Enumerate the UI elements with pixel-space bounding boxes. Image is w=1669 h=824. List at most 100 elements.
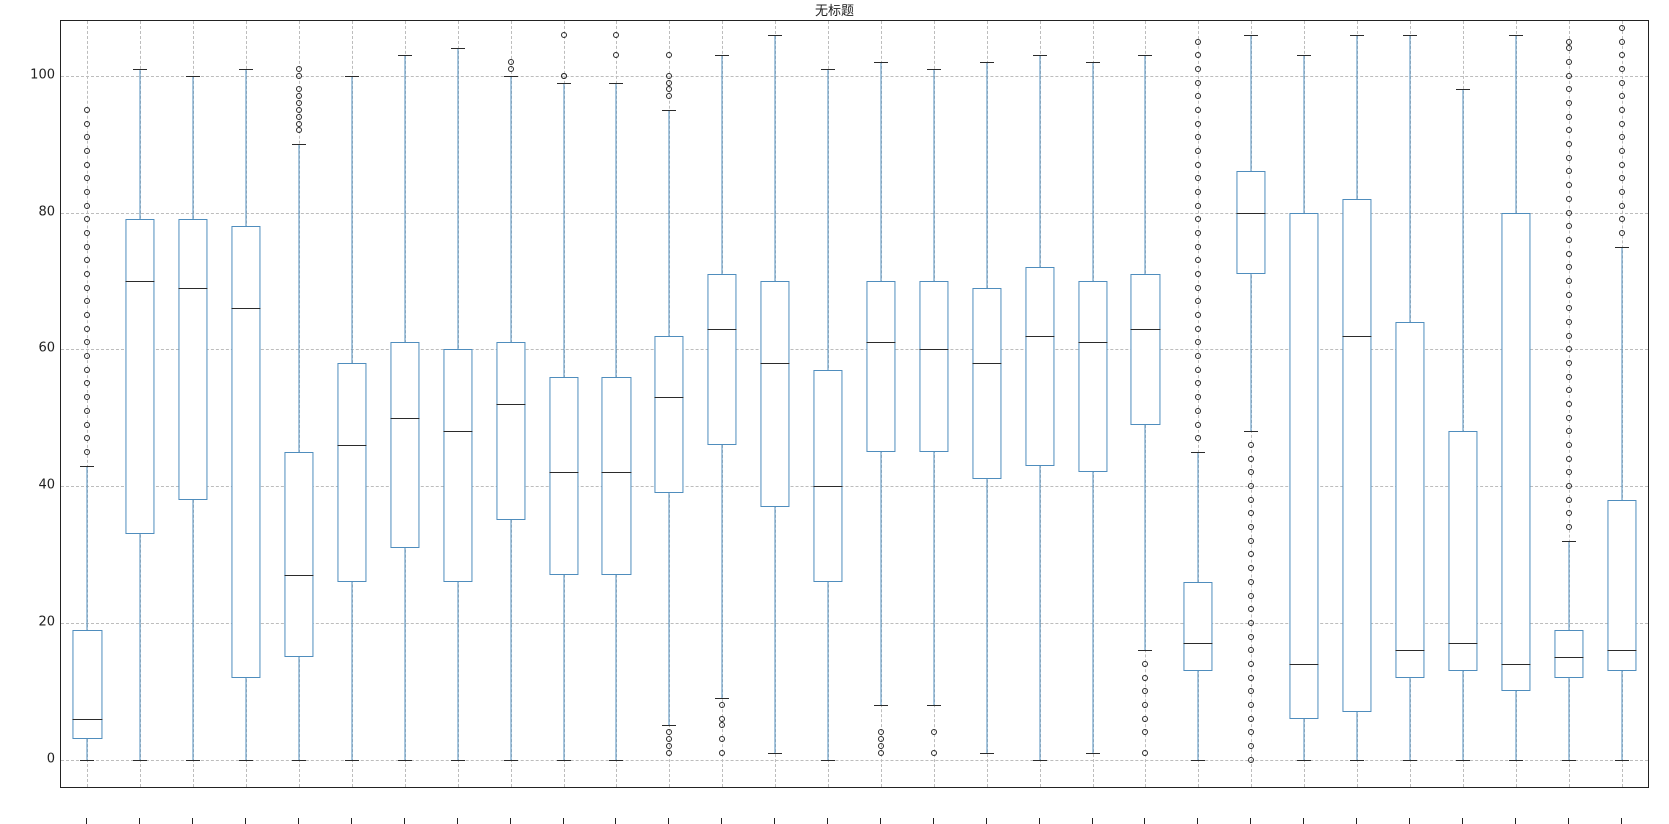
outlier-marker: [1248, 729, 1254, 735]
outlier-marker: [1566, 127, 1572, 133]
outlier-marker: [666, 73, 672, 79]
y-tick-label: 100: [10, 67, 55, 82]
x-tick-mark: [1250, 818, 1251, 824]
outlier-marker: [878, 750, 884, 756]
outlier-marker: [84, 107, 90, 113]
outlier-marker: [1195, 422, 1201, 428]
outlier-marker: [1248, 661, 1254, 667]
median-line: [708, 329, 737, 330]
outlier-marker: [1566, 374, 1572, 380]
x-tick-mark: [351, 818, 352, 824]
outlier-marker: [1195, 148, 1201, 154]
outlier-marker: [1195, 80, 1201, 86]
outlier-marker: [719, 716, 725, 722]
outlier-marker: [1566, 223, 1572, 229]
whisker-cap-hi: [821, 69, 835, 70]
x-tick-mark: [1515, 818, 1516, 824]
whisker-cap-hi: [1191, 452, 1205, 453]
whisker-cap-lo: [1350, 760, 1364, 761]
box: [1184, 582, 1213, 671]
outlier-marker: [1195, 189, 1201, 195]
outlier-marker: [613, 52, 619, 58]
box: [1025, 267, 1054, 465]
outlier-marker: [1566, 510, 1572, 516]
outlier-marker: [1195, 175, 1201, 181]
whisker-cap-hi: [1562, 541, 1576, 542]
x-tick-mark: [1621, 818, 1622, 824]
box: [337, 363, 366, 582]
outlier-marker: [1619, 25, 1625, 31]
x-tick-mark: [1409, 818, 1410, 824]
whisker-cap-lo: [1086, 753, 1100, 754]
outlier-marker: [1566, 59, 1572, 65]
median-line: [1131, 329, 1160, 330]
outlier-marker: [84, 408, 90, 414]
median-line: [972, 363, 1001, 364]
box: [1343, 199, 1372, 712]
outlier-marker: [296, 127, 302, 133]
outlier-marker: [84, 449, 90, 455]
whisker-cap-hi: [186, 76, 200, 77]
outlier-marker: [1195, 271, 1201, 277]
outlier-marker: [84, 230, 90, 236]
outlier-marker: [1195, 39, 1201, 45]
outlier-marker: [1248, 593, 1254, 599]
outlier-marker: [1566, 196, 1572, 202]
whisker-cap-hi: [80, 466, 94, 467]
median-line: [655, 397, 684, 398]
x-tick-mark: [510, 818, 511, 824]
outlier-marker: [1195, 230, 1201, 236]
outlier-marker: [1195, 134, 1201, 140]
outlier-marker: [1195, 326, 1201, 332]
x-tick-mark: [1039, 818, 1040, 824]
outlier-marker: [1248, 456, 1254, 462]
whisker-cap-hi: [768, 35, 782, 36]
whisker-cap-lo: [557, 760, 571, 761]
box: [126, 219, 155, 534]
outlier-marker: [1248, 688, 1254, 694]
x-tick-mark: [880, 818, 881, 824]
whisker-cap-hi: [715, 55, 729, 56]
x-tick-mark: [86, 818, 87, 824]
outlier-marker: [666, 80, 672, 86]
x-tick-mark: [1568, 818, 1569, 824]
box: [708, 274, 737, 445]
median-line: [1184, 643, 1213, 644]
whisker-cap-hi: [1138, 55, 1152, 56]
whisker-cap-lo: [768, 753, 782, 754]
outlier-marker: [1248, 702, 1254, 708]
x-tick-mark: [1092, 818, 1093, 824]
outlier-marker: [1566, 210, 1572, 216]
y-tick-label: 60: [10, 341, 55, 356]
whisker-cap-lo: [345, 760, 359, 761]
whisker-cap-hi: [1033, 55, 1047, 56]
whisker-cap-hi: [1244, 35, 1258, 36]
whisker-cap-hi: [874, 62, 888, 63]
whisker-cap-hi: [1350, 35, 1364, 36]
outlier-marker: [1142, 750, 1148, 756]
outlier-marker: [1566, 100, 1572, 106]
outlier-marker: [1195, 394, 1201, 400]
median-line: [337, 445, 366, 446]
outlier-marker: [1566, 45, 1572, 51]
outlier-marker: [296, 121, 302, 127]
whisker-cap-hi: [504, 76, 518, 77]
median-line: [390, 418, 419, 419]
outlier-marker: [1566, 292, 1572, 298]
outlier-marker: [1195, 298, 1201, 304]
outlier-marker: [1619, 162, 1625, 168]
outlier-marker: [1566, 278, 1572, 284]
x-tick-mark: [192, 818, 193, 824]
whisker-cap-lo: [1403, 760, 1417, 761]
whisker-cap-lo: [1297, 760, 1311, 761]
whisker-cap-lo: [609, 760, 623, 761]
outlier-marker: [1248, 524, 1254, 530]
outlier-marker: [84, 394, 90, 400]
outlier-marker: [1248, 606, 1254, 612]
x-tick-mark: [245, 818, 246, 824]
outlier-marker: [1248, 497, 1254, 503]
outlier-marker: [1248, 647, 1254, 653]
x-tick-mark: [827, 818, 828, 824]
outlier-marker: [1619, 39, 1625, 45]
outlier-marker: [1619, 52, 1625, 58]
